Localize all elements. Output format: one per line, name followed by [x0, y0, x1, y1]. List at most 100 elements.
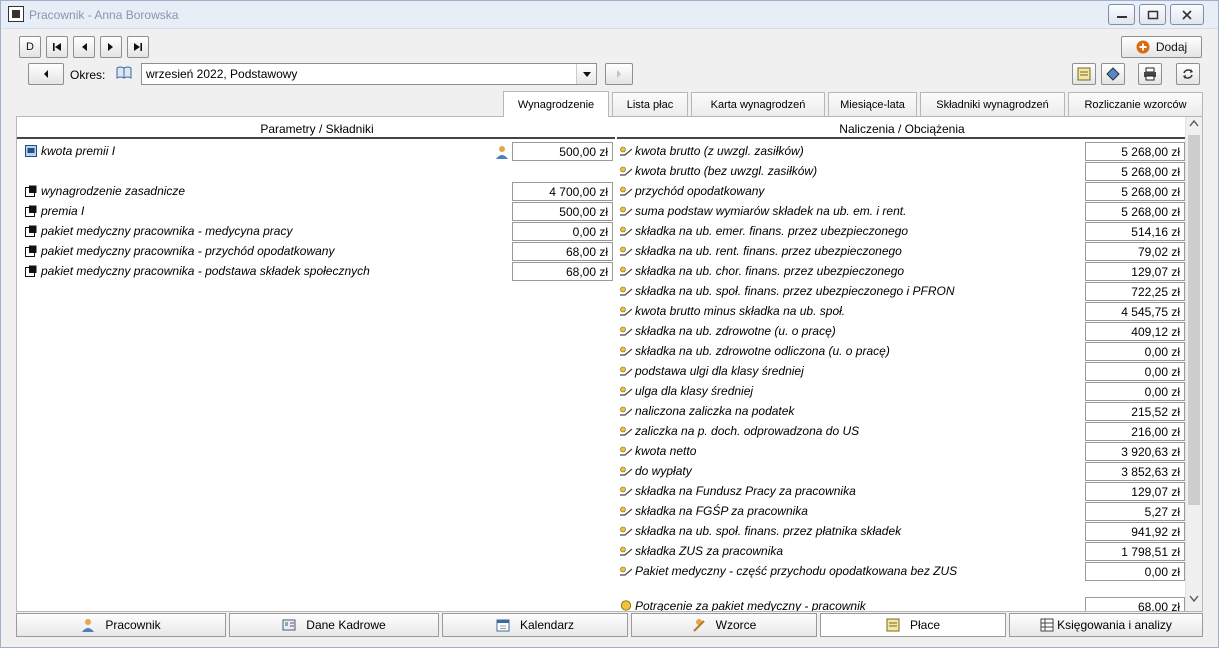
calc-row[interactable]: składka na ub. emer. finans. przez ubezp…	[617, 222, 1187, 242]
nav-prev-button[interactable]	[73, 36, 95, 58]
calc-row[interactable]: kwota brutto (bez uwzgl. zasiłków) 5 268,…	[617, 162, 1187, 182]
skip-back-icon	[53, 43, 61, 51]
calc-row[interactable]: Pakiet medyczny - część przychodu opodat…	[617, 562, 1187, 582]
calc-row[interactable]: kwota brutto minus składka na ub. społ. 4…	[617, 302, 1187, 322]
calc-value[interactable]: 5,27 zł	[1085, 502, 1185, 521]
tab-miesiace-lata[interactable]: Miesiące-lata	[828, 92, 917, 116]
param-row[interactable]: wynagrodzenie zasadnicze 4 700,00 zł	[17, 182, 615, 202]
calc-value[interactable]: 216,00 zł	[1085, 422, 1185, 441]
calc-row[interactable]: zaliczka na p. doch. odprowadzona do US 2…	[617, 422, 1187, 442]
calc-value[interactable]: 5 268,00 zł	[1085, 182, 1185, 201]
calc-value[interactable]: 5 268,00 zł	[1085, 162, 1185, 181]
formula-icon	[620, 266, 633, 276]
component-icon	[25, 225, 37, 237]
module-tab-wzorce[interactable]: Wzorce	[631, 613, 817, 637]
calc-row[interactable]: suma podstaw wymiarów składek na ub. em.…	[617, 202, 1187, 222]
calc-value[interactable]: 722,25 zł	[1085, 282, 1185, 301]
calc-value[interactable]: 941,92 zł	[1085, 522, 1185, 541]
calc-row[interactable]: składka ZUS za pracownika 1 798,51 zł	[617, 542, 1187, 562]
formula-icon	[620, 286, 633, 296]
calc-value[interactable]: 0,00 zł	[1085, 562, 1185, 581]
calc-row[interactable]: składka na ub. zdrowotne (u. o pracę) 409…	[617, 322, 1187, 342]
tab-karta-wynagrodzen[interactable]: Karta wynagrodzeń	[691, 92, 825, 116]
calc-row[interactable]: składka na ub. zdrowotne odliczona (u. o…	[617, 342, 1187, 362]
param-value[interactable]: 68,00 zł	[512, 242, 613, 261]
calc-value[interactable]: 68,00 zł	[1085, 597, 1185, 611]
period-next-button[interactable]	[605, 63, 633, 85]
period-prev-button[interactable]	[28, 63, 64, 85]
calc-row[interactable]: składka na ub. społ. finans. przez ubezp…	[617, 282, 1187, 302]
calc-row[interactable]: kwota netto 3 920,63 zł	[617, 442, 1187, 462]
calc-value[interactable]: 514,16 zł	[1085, 222, 1185, 241]
param-value[interactable]: 68,00 zł	[512, 262, 613, 281]
calc-row[interactable]: składka na Fundusz Pracy za pracownika 12…	[617, 482, 1187, 502]
export-button[interactable]	[1101, 63, 1125, 85]
calc-row[interactable]: podstawa ulgi dla klasy średniej 0,00 zł	[617, 362, 1187, 382]
document-button[interactable]	[1072, 63, 1096, 85]
nav-last-button[interactable]	[127, 36, 149, 58]
calc-row[interactable]: naliczona zaliczka na podatek 215,52 zł	[617, 402, 1187, 422]
module-tab-place[interactable]: Płace	[820, 613, 1006, 637]
vertical-scrollbar[interactable]	[1185, 117, 1202, 611]
module-tab-dane-kadrowe[interactable]: Dane Kadrowe	[229, 613, 439, 637]
calc-row[interactable]: przychód opodatkowany 5 268,00 zł	[617, 182, 1187, 202]
calc-value[interactable]: 5 268,00 zł	[1085, 142, 1185, 161]
module-tab-kalendarz[interactable]: Kalendarz	[442, 613, 628, 637]
formula-icon	[620, 426, 633, 436]
maximize-button[interactable]	[1139, 4, 1166, 25]
param-value[interactable]: 500,00 zł	[512, 142, 613, 161]
tab-lista-plac[interactable]: Lista płac	[612, 92, 688, 116]
calc-value[interactable]: 1 798,51 zł	[1085, 542, 1185, 561]
calc-row[interactable]: składka na FGŚP za pracownika 5,27 zł	[617, 502, 1187, 522]
calc-value[interactable]: 0,00 zł	[1085, 342, 1185, 361]
calc-value[interactable]: 0,00 zł	[1085, 382, 1185, 401]
chevron-up-icon[interactable]	[1189, 119, 1199, 130]
calc-row[interactable]: kwota brutto (z uwzgl. zasiłków) 5 268,00…	[617, 142, 1187, 162]
refresh-button[interactable]	[1176, 63, 1200, 85]
calc-value[interactable]: 409,12 zł	[1085, 322, 1185, 341]
param-row[interactable]: premia I 500,00 zł	[17, 202, 615, 222]
tab-wynagrodzenie[interactable]: Wynagrodzenie	[503, 91, 609, 117]
calc-value[interactable]: 3 852,63 zł	[1085, 462, 1185, 481]
calc-value[interactable]: 129,07 zł	[1085, 262, 1185, 281]
calc-value[interactable]: 0,00 zł	[1085, 362, 1185, 381]
close-button[interactable]	[1170, 4, 1204, 25]
formula-icon	[620, 166, 633, 176]
param-value[interactable]: 500,00 zł	[512, 202, 613, 221]
param-row[interactable]: pakiet medyczny pracownika - podstawa sk…	[17, 262, 615, 282]
calc-row[interactable]: składka na ub. rent. finans. przez ubezp…	[617, 242, 1187, 262]
add-button[interactable]: Dodaj	[1121, 36, 1202, 58]
calc-value[interactable]: 129,07 zł	[1085, 482, 1185, 501]
calc-value[interactable]: 3 920,63 zł	[1085, 442, 1185, 461]
minimize-button[interactable]	[1108, 4, 1135, 25]
param-row[interactable]: pakiet medyczny pracownika - medycyna pr…	[17, 222, 615, 242]
calc-value[interactable]: 79,02 zł	[1085, 242, 1185, 261]
period-select[interactable]: wrzesień 2022, Podstawowy	[141, 63, 597, 85]
calc-label: ulga dla klasy średniej	[635, 384, 754, 398]
chevron-down-icon[interactable]	[1189, 595, 1199, 606]
module-tab-ksiegowania[interactable]: Księgowania i analizy	[1009, 613, 1203, 637]
param-value[interactable]: 0,00 zł	[512, 222, 613, 241]
formula-icon	[620, 206, 633, 216]
calc-value[interactable]: 5 268,00 zł	[1085, 202, 1185, 221]
nav-next-button[interactable]	[100, 36, 122, 58]
tab-skladniki-wynagrodzen[interactable]: Składniki wynagrodzeń	[920, 92, 1065, 116]
calc-value[interactable]: 4 545,75 zł	[1085, 302, 1185, 321]
calc-row[interactable]: składka na ub. społ. finans. przez płatn…	[617, 522, 1187, 542]
calc-row-partial[interactable]: Potrącenie za pakiet medyczny - pracowni…	[617, 597, 1187, 611]
module-tab-pracownik[interactable]: Pracownik	[16, 613, 226, 637]
print-button[interactable]	[1138, 63, 1162, 85]
param-row[interactable]: pakiet medyczny pracownika - przychód op…	[17, 242, 615, 262]
chevron-down-icon[interactable]	[576, 64, 596, 84]
calc-row[interactable]: składka na ub. chor. finans. przez ubezp…	[617, 262, 1187, 282]
param-value[interactable]: 4 700,00 zł	[512, 182, 613, 201]
scroll-thumb[interactable]	[1188, 135, 1200, 505]
calc-row[interactable]: ulga dla klasy średniej 0,00 zł	[617, 382, 1187, 402]
tab-rozliczanie-wzorcow[interactable]: Rozliczanie wzorców	[1068, 92, 1203, 116]
calc-value[interactable]: 215,52 zł	[1085, 402, 1185, 421]
nav-first-button[interactable]: D	[19, 36, 41, 58]
param-row[interactable]: kwota premii I 500,00 zł	[17, 142, 615, 162]
calc-row[interactable]: do wypłaty 3 852,63 zł	[617, 462, 1187, 482]
formula-icon	[620, 566, 633, 576]
nav-first-record-button[interactable]	[46, 36, 68, 58]
